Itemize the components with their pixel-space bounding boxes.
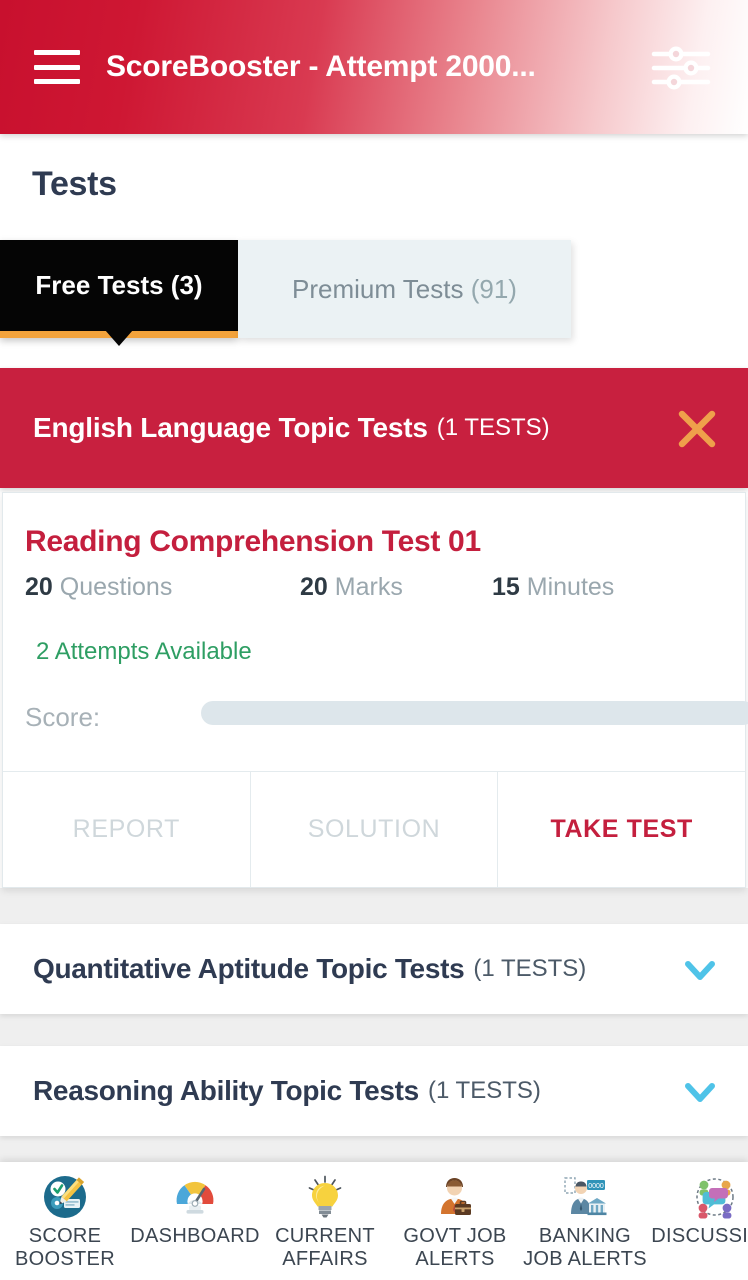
test-type-tabs: Free Tests (3) Premium Tests (91) bbox=[0, 240, 748, 338]
test-card-actions: REPORT SOLUTION TAKE TEST bbox=[3, 771, 745, 887]
nav-item-current-affairs[interactable]: CURRENT AFFAIRS bbox=[260, 1162, 390, 1271]
app-bar: ScoreBooster - Attempt 2000... bbox=[0, 0, 748, 134]
discussion-chat-icon bbox=[692, 1174, 738, 1220]
nav-item-score-booster[interactable]: SCORE BOOSTER bbox=[0, 1162, 130, 1271]
group-header-english-language[interactable]: English Language Topic Tests (1 TESTS) bbox=[0, 368, 748, 488]
report-button[interactable]: REPORT bbox=[3, 772, 251, 887]
stat-questions-label: Questions bbox=[59, 573, 173, 601]
tab-premium-tests-label: Premium Tests bbox=[292, 273, 464, 304]
nav-label: CURRENT AFFAIRS bbox=[275, 1225, 375, 1270]
group-test-count: (1 TESTS) bbox=[436, 414, 550, 441]
hamburger-menu-icon[interactable] bbox=[34, 50, 80, 84]
nav-item-discussion[interactable]: DISCUSSION bbox=[650, 1162, 748, 1248]
tab-free-tests[interactable]: Free Tests (3) bbox=[0, 240, 238, 338]
stat-questions-value: 20 bbox=[25, 573, 53, 601]
test-card: Reading Comprehension Test 01 20 Questio… bbox=[2, 492, 748, 888]
stat-marks: 20 Marks bbox=[300, 573, 403, 602]
group-header-quantitative-aptitude[interactable]: Quantitative Aptitude Topic Tests (1 TES… bbox=[0, 924, 748, 1014]
app-bar-title: ScoreBooster - Attempt 2000... bbox=[106, 50, 536, 83]
group-title: Quantitative Aptitude Topic Tests bbox=[33, 953, 465, 984]
score-label: Score: bbox=[25, 702, 101, 732]
filter-sliders-icon[interactable] bbox=[650, 44, 712, 92]
tab-premium-tests[interactable]: Premium Tests (91) bbox=[238, 240, 571, 338]
score-booster-icon bbox=[42, 1174, 88, 1220]
tab-premium-tests-count: (91) bbox=[470, 273, 517, 304]
nav-item-dashboard[interactable]: DASHBOARD bbox=[130, 1162, 260, 1248]
group-title: Reasoning Ability Topic Tests bbox=[33, 1075, 419, 1106]
score-row: Score: bbox=[25, 698, 748, 738]
stat-marks-value: 20 bbox=[300, 573, 328, 601]
take-test-button[interactable]: TAKE TEST bbox=[498, 772, 745, 887]
bottom-navigation: SCORE BOOSTER DASHBOARD CURRENT AFFAIRS … bbox=[0, 1162, 748, 1280]
lightbulb-icon bbox=[302, 1174, 348, 1220]
job-person-briefcase-icon bbox=[432, 1174, 478, 1220]
svg-text:0000: 0000 bbox=[588, 1183, 604, 1190]
tab-free-tests-label: Free Tests bbox=[35, 270, 164, 300]
tab-free-tests-count: (3) bbox=[170, 270, 203, 300]
group-test-count: (1 TESTS) bbox=[473, 955, 587, 982]
nav-label: DISCUSSION bbox=[651, 1225, 748, 1247]
stat-questions: 20 Questions bbox=[25, 573, 172, 602]
test-card-title: Reading Comprehension Test 01 bbox=[25, 525, 481, 558]
page-title: Tests bbox=[32, 165, 117, 203]
nav-item-banking-job-alerts[interactable]: 0000 BANKING JOB ALERTS bbox=[520, 1162, 650, 1271]
nav-label: BANKING JOB ALERTS bbox=[523, 1225, 647, 1270]
hamburger-line bbox=[34, 79, 80, 84]
chevron-down-icon[interactable] bbox=[680, 1072, 720, 1112]
attempts-available-text: 2 Attempts Available bbox=[36, 638, 252, 665]
close-x-icon[interactable] bbox=[676, 408, 718, 450]
group-header-reasoning-ability[interactable]: Reasoning Ability Topic Tests (1 TESTS) bbox=[0, 1046, 748, 1136]
chevron-down-icon[interactable] bbox=[680, 950, 720, 990]
hamburger-line bbox=[34, 50, 80, 55]
stat-minutes-value: 15 bbox=[492, 573, 520, 601]
nav-label: GOVT JOB ALERTS bbox=[403, 1225, 507, 1270]
stat-minutes-label: Minutes bbox=[526, 573, 615, 601]
hamburger-line bbox=[34, 64, 80, 70]
nav-label: DASHBOARD bbox=[130, 1225, 260, 1247]
stat-minutes: 15 Minutes bbox=[492, 573, 614, 602]
banking-job-icon: 0000 bbox=[562, 1174, 608, 1220]
score-progress-bar bbox=[201, 701, 748, 725]
group-test-count: (1 TESTS) bbox=[427, 1077, 541, 1104]
nav-item-govt-job-alerts[interactable]: GOVT JOB ALERTS bbox=[390, 1162, 520, 1271]
dashboard-gauge-icon bbox=[172, 1174, 218, 1220]
nav-label: SCORE BOOSTER bbox=[15, 1225, 115, 1270]
solution-button[interactable]: SOLUTION bbox=[251, 772, 499, 887]
group-title: English Language Topic Tests bbox=[33, 412, 428, 443]
stat-marks-label: Marks bbox=[334, 573, 403, 601]
